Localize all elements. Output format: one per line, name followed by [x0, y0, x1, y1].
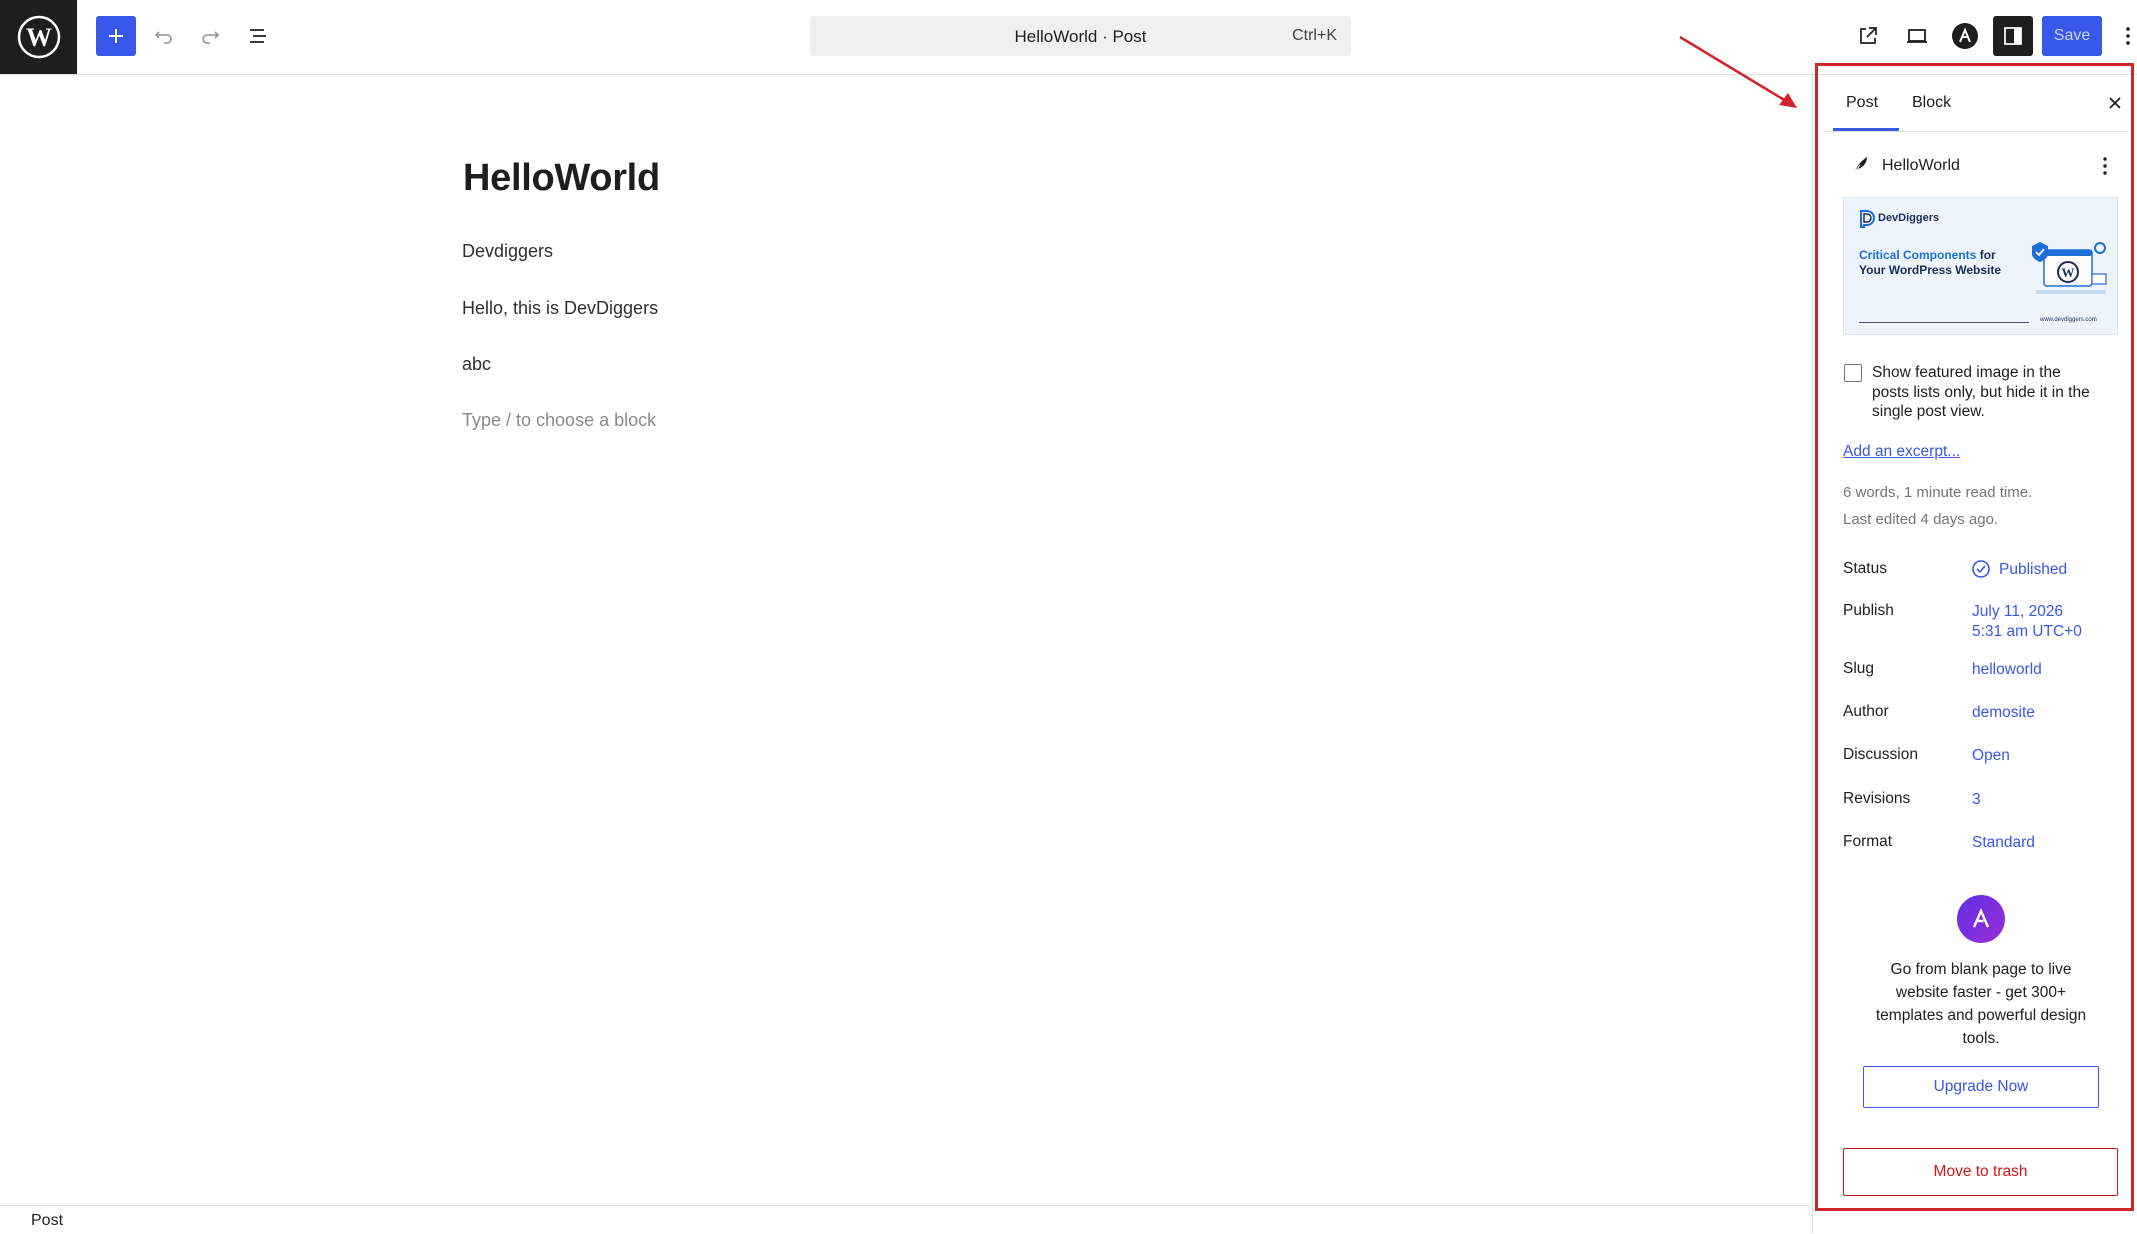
- add-excerpt-link[interactable]: Add an excerpt...: [1843, 443, 1960, 461]
- author-value-button[interactable]: demosite: [1972, 703, 2035, 723]
- svg-text:W: W: [26, 23, 52, 52]
- close-sidebar-button[interactable]: [2105, 93, 2125, 113]
- paragraph-block[interactable]: abc: [462, 354, 491, 375]
- undo-button[interactable]: [144, 16, 184, 56]
- svg-text:W: W: [2062, 265, 2075, 280]
- sidebar-tabs: Post Block: [1823, 75, 2128, 132]
- publish-date-button[interactable]: July 11, 2026 5:31 am UTC+0: [1972, 602, 2082, 642]
- active-tab-indicator: [1833, 128, 1899, 131]
- block-inserter-button[interactable]: [96, 16, 136, 56]
- format-value-button[interactable]: Standard: [1972, 833, 2035, 853]
- slug-label: Slug: [1843, 660, 1875, 677]
- block-appender-placeholder[interactable]: Type / to choose a block: [462, 410, 656, 431]
- tab-post[interactable]: Post: [1846, 94, 1878, 112]
- featured-image-brand: DevDiggers: [1878, 212, 1940, 224]
- editor-header: W HelloWorld · Post Ctrl+K Save: [0, 0, 2137, 75]
- astra-promo-text: Go from blank page to live website faste…: [1875, 961, 2087, 1047]
- editor-canvas[interactable]: HelloWorld Devdiggers Hello, this is Dev…: [0, 75, 1810, 1205]
- astra-promo-icon: [1957, 895, 2005, 943]
- devdiggers-logo-icon: [1860, 210, 1875, 228]
- plus-icon: [109, 29, 123, 43]
- close-icon: [2109, 97, 2121, 109]
- published-check-icon: [1971, 559, 1991, 584]
- status-value-button[interactable]: Published: [1999, 560, 2067, 580]
- desktop-icon: [1907, 29, 1927, 43]
- discussion-value-button[interactable]: Open: [1972, 746, 2010, 766]
- status-label: Status: [1843, 560, 1887, 577]
- publish-date: July 11, 2026: [1972, 603, 2064, 620]
- discussion-label: Discussion: [1843, 746, 1918, 763]
- wordpress-logo-icon[interactable]: W: [0, 0, 77, 74]
- revisions-value-button[interactable]: 3: [1972, 790, 1981, 810]
- featured-image-headline: Critical Components for Your WordPress W…: [1859, 248, 2002, 277]
- settings-sidebar-toggle[interactable]: [1993, 16, 2033, 56]
- astra-settings-button[interactable]: [1945, 16, 1985, 56]
- save-button[interactable]: Save: [2042, 16, 2102, 56]
- revisions-label: Revisions: [1843, 790, 1911, 807]
- block-breadcrumb-bar: Post: [0, 1205, 1810, 1234]
- document-title: HelloWorld · Post: [1014, 27, 1147, 46]
- more-vertical-icon: [2103, 157, 2107, 175]
- breadcrumb-post[interactable]: Post: [31, 1212, 63, 1230]
- featured-image[interactable]: DevDiggers Critical Components for Your …: [1843, 197, 2118, 335]
- options-menu-button[interactable]: [2118, 16, 2137, 56]
- author-label: Author: [1843, 703, 1889, 720]
- view-post-button[interactable]: [1848, 16, 1888, 56]
- publish-time: 5:31 am UTC+0: [1972, 623, 2082, 640]
- featured-image-rule: [1859, 322, 2029, 323]
- slug-value-button[interactable]: helloworld: [1972, 660, 2042, 680]
- list-view-button[interactable]: [238, 16, 278, 56]
- post-title[interactable]: HelloWorld: [463, 157, 660, 200]
- publish-label: Publish: [1843, 602, 1894, 619]
- post-icon: [1849, 154, 1871, 181]
- hide-featured-image-checkbox[interactable]: [1844, 364, 1862, 382]
- wordpress-illustration-icon: W: [2032, 242, 2107, 294]
- last-edited-meta: Last edited 4 days ago.: [1843, 511, 1999, 528]
- preview-button[interactable]: [1897, 16, 1937, 56]
- list-view-icon: [250, 29, 266, 43]
- settings-sidebar: Post Block HelloWorld DevDiggers Critica…: [1812, 75, 2137, 1233]
- redo-icon: [202, 31, 220, 44]
- sidebar-toggle-icon: [2004, 27, 2022, 45]
- command-palette-bar[interactable]: HelloWorld · Post Ctrl+K: [810, 16, 1351, 56]
- paragraph-block[interactable]: Devdiggers: [462, 241, 553, 262]
- redo-button[interactable]: [190, 16, 230, 56]
- external-link-icon: [1860, 27, 1877, 44]
- paragraph-block[interactable]: Hello, this is DevDiggers: [462, 298, 658, 319]
- upgrade-now-button[interactable]: Upgrade Now: [1863, 1066, 2099, 1108]
- tab-block[interactable]: Block: [1912, 94, 1951, 112]
- keyboard-shortcut-hint: Ctrl+K: [1292, 27, 1337, 44]
- format-label: Format: [1843, 833, 1893, 850]
- word-count-meta: 6 words, 1 minute read time.: [1843, 484, 2033, 501]
- more-vertical-icon: [2125, 27, 2130, 45]
- hide-featured-image-label[interactable]: Show featured image in the posts lists o…: [1872, 363, 2092, 422]
- undo-icon: [154, 31, 172, 44]
- post-summary-title: HelloWorld: [1882, 157, 1960, 174]
- post-actions-menu-button[interactable]: [2095, 153, 2115, 179]
- astra-icon: [1952, 23, 1978, 49]
- featured-image-url: www.devdiggers.com: [2040, 317, 2097, 323]
- move-to-trash-button[interactable]: Move to trash: [1843, 1148, 2118, 1196]
